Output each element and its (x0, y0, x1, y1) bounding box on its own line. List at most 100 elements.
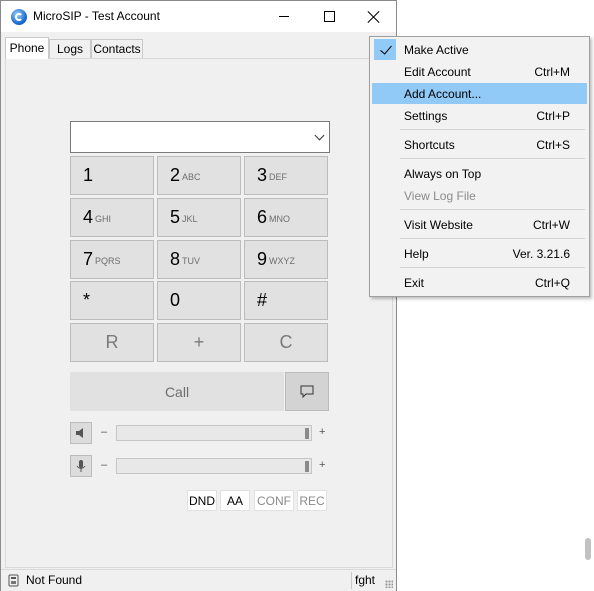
dialpad-key-letters: MNO (269, 214, 291, 224)
menu-item-label: Edit Account (404, 65, 471, 79)
auto-answer-button[interactable]: AA (220, 490, 250, 511)
message-button[interactable] (285, 372, 329, 411)
speaker-minus: – (101, 426, 108, 438)
account-context-menu: Make Active Edit Account Ctrl+M Add Account… (369, 36, 590, 297)
status-divider (351, 572, 352, 589)
title-bar[interactable]: MicroSIP - Test Account (1, 1, 396, 32)
dnd-button[interactable]: DND (187, 490, 217, 511)
menu-separator (400, 267, 585, 268)
dialpad-key-letters: WXYZ (269, 256, 296, 266)
dialpad-key[interactable]: 2 ABC (157, 156, 241, 195)
scrollbar-thumb[interactable] (585, 538, 591, 560)
menu-item[interactable]: Make Active (372, 39, 587, 60)
menu-item[interactable]: Always on Top (372, 163, 587, 184)
menu-separator (400, 209, 585, 210)
dialpad-key-digit: 2 (170, 165, 181, 185)
dialpad-key[interactable]: # (244, 281, 328, 320)
dialpad-key-digit: 1 (83, 165, 94, 185)
dialpad-key-digit: 8 (170, 249, 181, 269)
dialpad-key-letters: JKL (182, 214, 198, 224)
tab-phone[interactable]: Phone (5, 37, 49, 59)
call-button[interactable]: Call (70, 372, 284, 411)
key-c-label: C (279, 332, 293, 352)
menu-item-label: Make Active (404, 43, 469, 57)
menu-item[interactable]: Add Account... (372, 83, 587, 104)
menu-item-label: Shortcuts (404, 138, 455, 152)
menu-item-label: Settings (404, 109, 448, 123)
microphone-button[interactable] (70, 455, 92, 477)
record-button[interactable]: REC (297, 490, 327, 511)
dialpad-key-letters: TUV (182, 256, 201, 266)
dialpad-key-digit: 9 (257, 249, 268, 269)
dialpad-key[interactable]: 0 (157, 281, 241, 320)
close-button[interactable] (351, 1, 397, 32)
dialpad-key[interactable]: 8 TUV (157, 240, 241, 279)
dialpad-key-digit: # (257, 290, 268, 310)
menu-item-label: View Log File (404, 189, 476, 203)
menu-item[interactable]: Shortcuts Ctrl+S (372, 134, 587, 155)
dialpad-key[interactable]: 7 PQRS (70, 240, 154, 279)
dialpad-key-digit: 6 (257, 207, 268, 227)
menu-item[interactable]: Help Ver. 3.21.6 (372, 243, 587, 264)
mic-volume-slider[interactable] (116, 458, 312, 474)
menu-item[interactable]: Visit Website Ctrl+W (372, 214, 587, 235)
menu-item[interactable]: Exit Ctrl+Q (372, 272, 587, 293)
dialpad-key-letters: ABC (182, 172, 201, 182)
menu-item-label: Add Account... (404, 87, 482, 101)
dialpad-key[interactable]: 1 (70, 156, 154, 195)
menu-item-label: Visit Website (404, 218, 473, 232)
maximize-button[interactable] (306, 1, 352, 32)
menu-item-shortcut: Ctrl+M (534, 65, 570, 79)
chevron-down-icon[interactable] (314, 130, 325, 141)
speaker-button[interactable] (70, 422, 92, 444)
mic-minus: – (101, 459, 108, 471)
speaker-volume-slider[interactable] (116, 425, 312, 441)
key-r-label: R (105, 332, 119, 352)
chat-icon (300, 385, 314, 398)
microsip-window: MicroSIP - Test Account Phone Logs Conta… (0, 0, 397, 591)
dialpad-key[interactable]: 5 JKL (157, 198, 241, 237)
microsip-app-icon (11, 9, 27, 25)
menu-item-label: Help (404, 247, 429, 261)
number-input[interactable] (70, 121, 330, 153)
menu-item-shortcut: Ctrl+Q (534, 276, 570, 290)
account-status: fght (355, 573, 376, 587)
conference-button[interactable]: CONF (254, 490, 294, 511)
dialpad-key-letters: GHI (95, 214, 112, 224)
menu-item[interactable]: Settings Ctrl+P (372, 105, 587, 126)
minimize-button[interactable] (261, 1, 307, 32)
status-text: Not Found (26, 573, 83, 587)
dialpad-key[interactable]: 4 GHI (70, 198, 154, 237)
menu-item: View Log File (372, 185, 587, 206)
dialpad-key[interactable]: 3 DEF (244, 156, 328, 195)
menu-item-shortcut: Ctrl+P (536, 109, 570, 123)
window-title: MicroSIP - Test Account (33, 9, 160, 23)
maximize-icon (323, 11, 335, 22)
dialpad-key[interactable]: * (70, 281, 154, 320)
dialpad-key-digit: * (83, 290, 91, 310)
slider-thumb[interactable] (305, 461, 309, 472)
menu-item-label: Exit (404, 276, 425, 290)
tab-logs[interactable]: Logs (49, 39, 91, 58)
dialpad-key-letters: DEF (269, 172, 288, 182)
tab-contacts[interactable]: Contacts (91, 39, 143, 58)
resize-grip-icon[interactable] (385, 580, 393, 588)
dialpad-key[interactable]: 9 WXYZ (244, 240, 328, 279)
menu-item-shortcut: Ctrl+W (533, 218, 570, 232)
menu-item-shortcut: Ver. 3.21.6 (512, 247, 570, 261)
phone-status-icon (8, 574, 19, 587)
key-r[interactable]: R (70, 323, 154, 362)
menu-separator (400, 158, 585, 159)
key-plus[interactable]: + (157, 323, 241, 362)
dialpad-key-digit: 5 (170, 207, 181, 227)
key-c[interactable]: C (244, 323, 328, 362)
key-plus-label: + (193, 332, 205, 352)
slider-thumb[interactable] (305, 428, 309, 439)
minimize-icon (279, 16, 289, 17)
menu-item-label: Always on Top (404, 167, 482, 181)
dialpad-key-digit: 0 (170, 290, 181, 310)
dialpad-key[interactable]: 6 MNO (244, 198, 328, 237)
microphone-icon (76, 460, 86, 472)
menu-item[interactable]: Edit Account Ctrl+M (372, 61, 587, 82)
speaker-icon (76, 428, 83, 438)
